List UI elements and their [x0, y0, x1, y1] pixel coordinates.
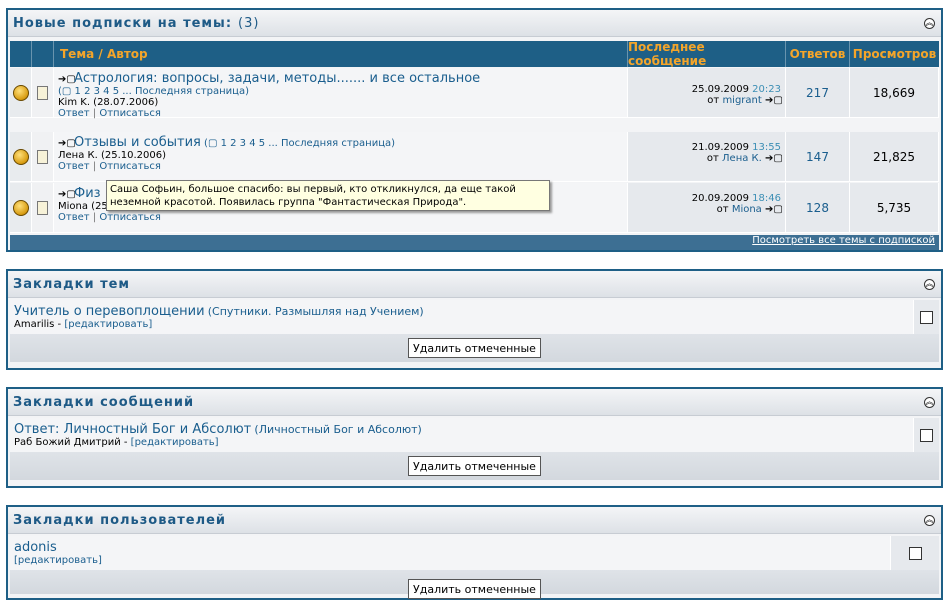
replies-count[interactable]: 147 — [806, 150, 829, 164]
bookmark-checkbox[interactable] — [908, 546, 922, 560]
delete-selected-button[interactable]: Удалить отмеченные — [408, 456, 541, 476]
views-count: 21,825 — [850, 132, 939, 181]
topic-link[interactable]: Астрология: вопросы, задачи, методы.....… — [74, 71, 480, 86]
last-poster-link[interactable]: Лена К. — [722, 153, 762, 164]
view-all-subscriptions-link[interactable]: Посмотреть все темы с подпиской — [752, 235, 935, 246]
last-post-time: 13:55 — [752, 142, 781, 153]
reply-link[interactable]: Ответ — [58, 108, 90, 119]
unsubscribe-link[interactable]: Отписаться — [99, 108, 161, 119]
bookmark-author: Amarilis - — [14, 319, 62, 330]
last-post-time: 20:23 — [752, 84, 781, 95]
status-bulb-icon — [12, 84, 29, 101]
edit-link[interactable]: [редактировать] — [64, 319, 152, 330]
bookmark-forum-link[interactable]: (Личностный Бог и Абсолют) — [254, 423, 421, 436]
bookmark-checkbox[interactable] — [920, 310, 933, 324]
reply-link[interactable]: Ответ — [58, 161, 90, 172]
table-header: Тема / Автор Последнее сообщение Ответов… — [10, 40, 939, 68]
last-post-time: 18:46 — [752, 193, 781, 204]
header-replies[interactable]: Ответов — [786, 41, 850, 67]
bookmark-row: adonis [редактировать] — [10, 536, 939, 570]
table-row: ➔▢Астрология: вопросы, задачи, методы...… — [10, 68, 939, 119]
bookmark-topic-link[interactable]: Учитель о перевоплощении — [14, 304, 205, 319]
goto-new-icon[interactable]: ➔▢ — [58, 138, 76, 149]
status-bulb-icon — [12, 148, 29, 165]
status-bulb-icon — [12, 199, 29, 216]
goto-last-icon[interactable]: ➔▢ — [765, 95, 783, 106]
header-topic[interactable]: Тема / Автор — [54, 41, 628, 67]
goto-last-icon[interactable]: ➔▢ — [765, 204, 783, 215]
post-bookmarks-panel: Закладки сообщений ︽ Ответ: Личностный Б… — [6, 387, 943, 488]
document-icon — [37, 200, 48, 215]
table-row: ➔▢Отзывы и события (▢ 1 2 3 4 5 ... Посл… — [10, 132, 939, 182]
replies-count[interactable]: 217 — [806, 86, 829, 100]
subscriptions-footer: Посмотреть все темы с подпиской — [10, 235, 939, 250]
goto-new-icon[interactable]: ➔▢ — [58, 189, 76, 200]
bookmark-checkbox[interactable] — [920, 428, 933, 442]
topic-author: Лена К. (25.10.2006) — [58, 150, 167, 161]
topic-author: Kim K. (28.07.2006) — [58, 97, 159, 108]
pages-icon: ▢ — [61, 86, 72, 97]
bookmark-row: Учитель о перевоплощении (Спутники. Разм… — [10, 300, 939, 334]
edit-link[interactable]: [редактировать] — [131, 437, 219, 448]
topic-link[interactable]: Физ — [74, 186, 101, 201]
edit-link[interactable]: [редактировать] — [14, 555, 102, 566]
collapse-icon[interactable]: ︽ — [924, 515, 935, 526]
page-link[interactable]: 1 2 3 4 5 ... Последняя страница — [75, 86, 246, 97]
topic-bookmarks-title: Закладки тем — [13, 276, 131, 292]
last-post-date: 25.09.2009 — [691, 84, 749, 95]
subscriptions-panel: Новые подписки на темы: (3) ︽ Тема / Авт… — [6, 8, 943, 252]
header-views[interactable]: Просмотров — [850, 41, 939, 67]
subscriptions-header: Новые подписки на темы: (3) ︽ — [8, 10, 941, 37]
user-bookmarks-title: Закладки пользователей — [13, 512, 227, 528]
topic-preview-tooltip: Саша Софьин, большое спасибо: вы первый,… — [106, 180, 550, 211]
bookmark-row: Ответ: Личностный Бог и Абсолют (Личност… — [10, 418, 939, 452]
bookmark-user-link[interactable]: adonis — [14, 540, 57, 555]
delete-selected-button[interactable]: Удалить отмеченные — [408, 338, 541, 358]
unsubscribe-link[interactable]: Отписаться — [99, 161, 161, 172]
subscriptions-title: Новые подписки на темы: — [13, 15, 233, 31]
page-links: (▢ 1 2 3 4 5 ... Последняя страница) — [58, 86, 249, 97]
document-icon — [37, 149, 48, 164]
collapse-icon[interactable]: ︽ — [924, 18, 935, 29]
last-post-date: 20.09.2009 — [691, 193, 749, 204]
last-poster-link[interactable]: Miona — [732, 204, 762, 215]
views-count: 18,669 — [850, 68, 939, 117]
header-spacer — [32, 41, 54, 67]
topic-link[interactable]: Отзывы и события — [74, 135, 201, 150]
unsubscribe-link[interactable]: Отписаться — [99, 212, 161, 223]
header-last-post[interactable]: Последнее сообщение — [628, 40, 786, 68]
last-post-date: 21.09.2009 — [691, 142, 749, 153]
delete-selected-button[interactable]: Удалить отмеченные — [408, 579, 541, 599]
collapse-icon[interactable]: ︽ — [924, 279, 935, 290]
reply-link[interactable]: Ответ — [58, 212, 90, 223]
last-poster-link[interactable]: migrant — [722, 95, 761, 106]
collapse-icon[interactable]: ︽ — [924, 397, 935, 408]
subscriptions-count: (3) — [238, 15, 260, 31]
views-count: 5,735 — [850, 183, 939, 232]
page-link[interactable]: 1 2 3 4 5 ... Последняя страница — [221, 138, 392, 149]
pages-icon: ▢ — [207, 138, 218, 149]
bookmark-author: Раб Божий Дмитрий - — [14, 437, 128, 448]
topic-bookmarks-panel: Закладки тем ︽ Учитель о перевоплощении … — [6, 269, 943, 370]
post-bookmarks-title: Закладки сообщений — [13, 394, 195, 410]
header-spacer — [10, 41, 32, 67]
goto-new-icon[interactable]: ➔▢ — [58, 74, 76, 85]
bookmark-post-link[interactable]: Ответ: Личностный Бог и Абсолют — [14, 422, 251, 437]
replies-count[interactable]: 128 — [806, 201, 829, 215]
document-icon — [37, 85, 48, 100]
user-bookmarks-panel: Закладки пользователей ︽ adonis [редакти… — [6, 505, 943, 600]
goto-last-icon[interactable]: ➔▢ — [765, 153, 783, 164]
bookmark-forum-link[interactable]: (Спутники. Размышляя над Учением) — [208, 305, 424, 318]
